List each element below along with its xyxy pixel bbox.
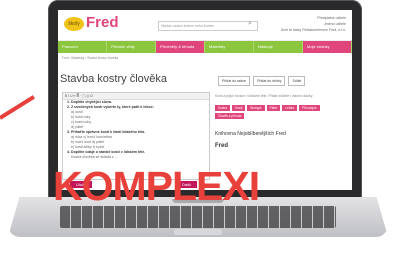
editor-line[interactable]: Kostra člověka se skládá z ... <box>63 155 209 160</box>
tag-list: Kostra Kosti Biologie Páteř Lebka Přírodopis Č… <box>215 105 347 119</box>
nav-item[interactable]: Materiály <box>205 41 254 53</box>
header-right-line: Ucet te lásky Peláskoměrnice Fred, s.r.o… <box>280 28 346 32</box>
editor-toolbar[interactable]: B I U ≡ ≣ · ▢ ◎ Ω <box>63 93 209 100</box>
top-buttons: Přidat do sekce Přidat do sbírky Sdílet <box>218 76 306 86</box>
page-title: Stavba kostry člověka <box>60 73 167 85</box>
sidebar: Kosti a jejich funkce v lidském těle. Př… <box>215 94 347 149</box>
brand-name[interactable]: Fred <box>86 14 119 31</box>
nav-item[interactable]: Pracovní <box>58 41 107 53</box>
tag-chip[interactable]: Člověk a příroda <box>215 113 245 119</box>
nav-item[interactable]: Nástroje <box>254 41 303 53</box>
add-to-section-button[interactable]: Přidat do sekce <box>218 76 251 86</box>
tag-chip[interactable]: Kostra <box>215 105 231 111</box>
main-nav: Pracovní Přírodní vědy Předměty & témata… <box>58 41 352 53</box>
share-button[interactable]: Sdílet <box>288 76 306 86</box>
tag-chip[interactable]: Přírodopis <box>298 105 320 111</box>
editor-content[interactable]: 1. Doplňte chybějící slova. 2. Z uvedenýc… <box>63 100 209 160</box>
nav-item[interactable]: Přírodní vědy <box>107 41 156 53</box>
tag-chip[interactable]: Biologie <box>247 105 265 111</box>
breadcrumb[interactable]: Fred › Materiály › Stavba kostry člověka <box>58 53 352 63</box>
site-header: školy Fred Hledat zadání textem nebo kód… <box>58 10 352 41</box>
nav-item[interactable]: Moje stránky <box>303 41 352 53</box>
tag-chip[interactable]: Lebka <box>282 105 297 111</box>
sidebar-subheading: Fred <box>215 143 229 149</box>
search-icon[interactable]: ⌕ <box>248 20 252 28</box>
add-to-collection-button[interactable]: Přidat do sbírky <box>253 76 286 86</box>
tag-chip[interactable]: Páteř <box>266 105 281 111</box>
sidebar-note: Kosti a jejich funkce v lidském těle. Př… <box>215 94 314 98</box>
laptop: školy Fred Hledat zadání textem nebo kód… <box>0 0 396 253</box>
user-menu[interactable]: Předplatné učitele Jméno učitele Ucet te… <box>281 15 346 33</box>
search-input[interactable]: Hledat zadání textem nebo kódem <box>158 21 258 31</box>
nav-item[interactable]: Předměty & témata <box>156 41 205 53</box>
overlay-watermark-text: KOMPLEXI <box>53 163 260 209</box>
logo-icon[interactable]: školy <box>64 17 84 31</box>
trackpad <box>174 229 222 235</box>
library-title[interactable]: Knihovna Nejoblíbenějších Fred <box>215 131 347 137</box>
tag-chip[interactable]: Kosti <box>232 105 246 111</box>
